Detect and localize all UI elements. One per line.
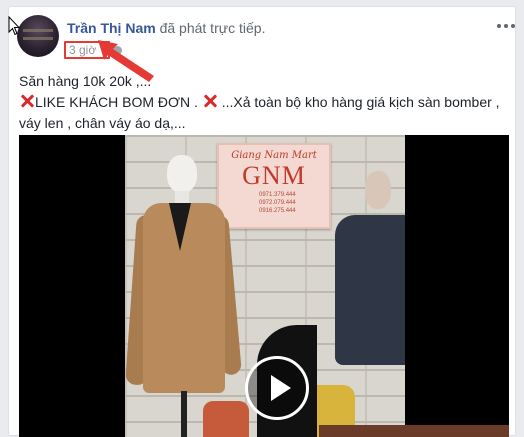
- bag: [203, 401, 249, 437]
- sign-phone: 0972.079.444: [259, 200, 296, 206]
- mannequin-stand: [181, 391, 187, 437]
- avatar[interactable]: [17, 15, 59, 57]
- post-text: Săn hàng 10k 20k ,... LIKE KHÁCH BOM ĐƠN…: [19, 71, 509, 134]
- navy-jacket: [335, 215, 405, 365]
- post-timestamp[interactable]: 3 giờ: [69, 43, 96, 57]
- author-name[interactable]: Trần Thị Nam: [67, 20, 156, 36]
- red-arrow-icon: [98, 40, 154, 82]
- store-sign: Giang Nam Mart GNM 0971.379.444 0972.079…: [217, 143, 331, 229]
- sign-title: Giang Nam Mart: [231, 150, 317, 161]
- post-text-segment: ...Xả toàn bộ kho hàng giá kịch sàn bomb…: [217, 94, 500, 110]
- live-video-player[interactable]: Giang Nam Mart GNM 0971.379.444 0972.079…: [19, 135, 509, 437]
- post-card: Trần Thị Nam đã phát trực tiếp. 3 giờ Să…: [8, 6, 516, 437]
- more-options-icon[interactable]: [497, 21, 515, 31]
- sign-phone: 0971.379.444: [259, 192, 296, 198]
- post-header: Trần Thị Nam đã phát trực tiếp.: [67, 20, 265, 36]
- post-action: đã phát trực tiếp.: [159, 20, 266, 36]
- mouse-cursor-icon: [8, 16, 20, 36]
- person-sweater: [319, 425, 509, 437]
- mannequin-head: [167, 155, 197, 193]
- post-text-line-2: LIKE KHÁCH BOM ĐƠN . ...Xả toàn bộ kho h…: [19, 92, 509, 113]
- red-x-icon: [19, 93, 35, 109]
- mannequin-head: [365, 171, 391, 209]
- red-x-icon: [202, 93, 218, 109]
- post-text-segment: LIKE KHÁCH BOM ĐƠN .: [35, 94, 202, 110]
- post-text-line-3: váy len , chân váy áo dạ,...: [19, 115, 186, 131]
- sign-phone: 0916.275.444: [259, 208, 296, 214]
- sign-logo: GNM: [242, 161, 306, 190]
- post-text-line-1: Săn hàng 10k 20k ,...: [19, 73, 152, 89]
- play-icon[interactable]: [245, 356, 309, 420]
